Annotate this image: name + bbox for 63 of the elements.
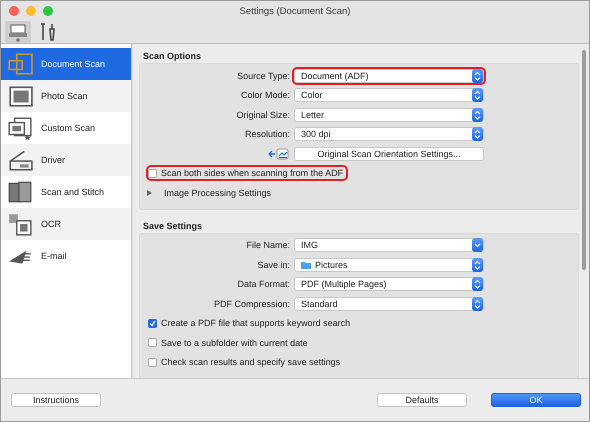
custom-scan-icon bbox=[7, 116, 33, 140]
popup-menu[interactable]: Color bbox=[294, 88, 484, 102]
scrollbar[interactable] bbox=[582, 50, 586, 270]
stepper-button[interactable] bbox=[472, 108, 483, 122]
document-scan-icon bbox=[7, 52, 33, 76]
scanner-icon bbox=[7, 148, 33, 172]
sidebar-item[interactable]: E-mail bbox=[1, 240, 131, 272]
window-title: Settings (Document Scan) bbox=[240, 6, 350, 16]
sidebar-item[interactable]: OCR bbox=[1, 208, 131, 240]
stepper-arrows-icon bbox=[472, 127, 483, 142]
field-label: Save in: bbox=[256, 260, 291, 270]
checkbox-option[interactable]: Check scan results and specify save settings bbox=[148, 356, 344, 368]
orientation-settings-button[interactable]: Original Scan Orientation Settings... bbox=[294, 146, 484, 161]
scanner-icon bbox=[8, 22, 28, 42]
sidebar-item[interactable]: Custom Scan bbox=[1, 112, 131, 144]
toolbar-tab[interactable] bbox=[5, 21, 31, 43]
checkbox-option[interactable]: Scan both sides when scanning from the ADF bbox=[148, 167, 346, 180]
stepper-arrows-icon bbox=[472, 88, 483, 102]
push-button[interactable]: Instructions bbox=[11, 393, 101, 407]
field-label: Data Format: bbox=[236, 279, 291, 290]
checkbox[interactable] bbox=[148, 338, 157, 348]
stepper-button[interactable] bbox=[472, 277, 483, 292]
stitch-icon bbox=[7, 180, 33, 204]
checkbox-option[interactable]: Save to a subfolder with current date bbox=[148, 336, 311, 349]
stepper-button[interactable] bbox=[472, 88, 483, 102]
popup-menu[interactable]: Pictures bbox=[294, 258, 484, 272]
orientation-icon bbox=[268, 148, 290, 160]
field-label: File Name: bbox=[245, 240, 291, 250]
sidebar-item[interactable]: Document Scan bbox=[1, 48, 131, 80]
checkbox-option[interactable]: Create a PDF file that supports keyword search bbox=[148, 317, 354, 330]
stepper-arrows-icon bbox=[472, 277, 483, 292]
disclosure-triangle-icon[interactable] bbox=[146, 190, 152, 196]
stepper-button[interactable] bbox=[472, 68, 483, 83]
tools-icon bbox=[38, 22, 58, 42]
stepper-button[interactable] bbox=[472, 258, 483, 272]
push-button[interactable]: Defaults bbox=[377, 393, 467, 407]
sidebar-item[interactable]: Photo Scan bbox=[1, 80, 131, 112]
combo-box[interactable]: IMG bbox=[294, 238, 484, 252]
stepper-button[interactable] bbox=[472, 127, 483, 142]
popup-menu[interactable]: Standard bbox=[294, 296, 484, 311]
popup-menu[interactable]: PDF (Multiple Pages) bbox=[294, 277, 484, 292]
dropdown-button[interactable] bbox=[472, 238, 483, 252]
field-label: Source Type: bbox=[236, 70, 291, 81]
section-title: Save Settings bbox=[142, 220, 204, 232]
sidebar-item[interactable]: Driver bbox=[1, 144, 131, 176]
stepper-button[interactable] bbox=[472, 296, 483, 311]
field-label: Original Size: bbox=[235, 110, 291, 120]
checkbox[interactable] bbox=[148, 318, 157, 328]
field-label: Color Mode: bbox=[240, 90, 291, 100]
ocr-icon bbox=[7, 212, 33, 236]
field-label: PDF Compression: bbox=[212, 298, 291, 309]
photo-icon bbox=[7, 84, 33, 108]
folder-icon bbox=[301, 260, 311, 269]
disclosure-label[interactable]: Image Processing Settings bbox=[164, 188, 272, 198]
checkbox[interactable] bbox=[148, 168, 157, 178]
ok-button[interactable]: OK bbox=[491, 393, 581, 407]
sidebar-item[interactable]: Scan and Stitch bbox=[1, 176, 131, 208]
field-label: Resolution: bbox=[244, 129, 291, 140]
section-title: Scan Options bbox=[142, 50, 202, 63]
popup-menu[interactable]: 300 dpi bbox=[294, 127, 484, 142]
popup-menu[interactable]: Letter bbox=[294, 108, 484, 122]
popup-menu[interactable]: Document (ADF) bbox=[294, 68, 484, 83]
checkbox[interactable] bbox=[148, 358, 157, 367]
